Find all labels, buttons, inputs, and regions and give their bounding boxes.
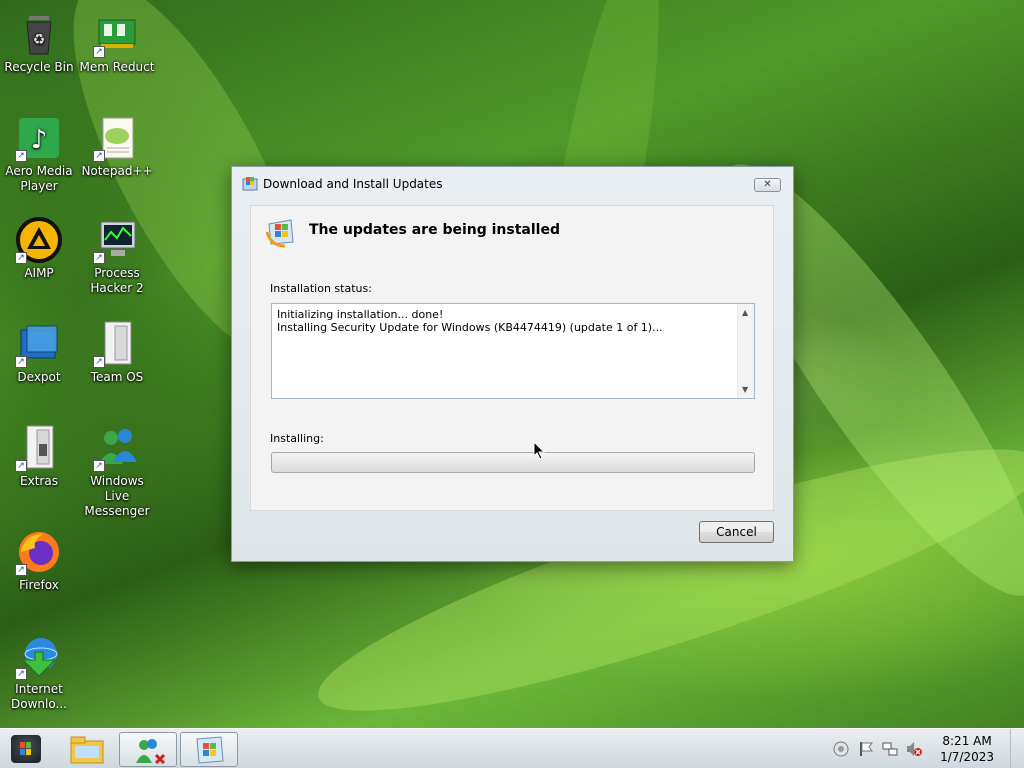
dexpot-icon: ↗ <box>15 320 63 368</box>
desktop-icon-internet-download-manager[interactable]: ↗ Internet Downlo... <box>0 632 78 712</box>
desktop-icon-label: Internet Downlo... <box>11 682 67 711</box>
desktop-icon-label: Recycle Bin <box>4 60 74 74</box>
status-line: Initializing installation... done! <box>277 308 444 321</box>
desktop-icon-label: Windows Live Messenger <box>84 474 150 518</box>
mouse-cursor-icon <box>533 441 545 460</box>
install-progress-bar <box>271 452 755 473</box>
scroll-up-icon[interactable]: ▲ <box>742 306 748 319</box>
windows-logo-icon <box>20 742 31 755</box>
shortcut-arrow-icon: ↗ <box>15 356 27 368</box>
aimp-triangle-icon: ↗ <box>15 216 63 264</box>
taskbar-explorer-button[interactable] <box>58 732 116 767</box>
desktop-icon-label: Aero Media Player <box>5 164 73 193</box>
taskbar: 8:21 AM 1/7/2023 <box>0 728 1024 768</box>
desktop-icon-aero-media-player[interactable]: ♪ ↗ Aero Media Player <box>0 114 78 194</box>
desktop-icon-firefox[interactable]: ↗ Firefox <box>0 528 78 593</box>
folder-icon: ↗ <box>15 424 63 472</box>
desktop-icon-label: Notepad++ <box>81 164 153 178</box>
desktop-icon-label: Dexpot <box>17 370 61 384</box>
shortcut-arrow-icon: ↗ <box>15 564 27 576</box>
update-dialog: Download and Install Updates ✕ The updat… <box>231 166 794 562</box>
recycle-bin-icon: ♻ <box>15 10 63 58</box>
shortcut-arrow-icon: ↗ <box>15 252 27 264</box>
show-desktop-button[interactable] <box>1010 729 1024 768</box>
desktop-icon-label: AIMP <box>24 266 54 280</box>
installation-status-label: Installation status: <box>270 282 372 295</box>
dialog-heading: The updates are being installed <box>309 222 560 238</box>
taskbar-messenger-button[interactable] <box>119 732 177 767</box>
windows-update-icon <box>242 176 258 192</box>
desktop-icon-label: Mem Reduct <box>79 60 155 74</box>
computer-monitor-icon: ↗ <box>93 216 141 264</box>
status-scrollbar[interactable]: ▲ ▼ <box>737 304 754 398</box>
shortcut-arrow-icon: ↗ <box>15 150 27 162</box>
shortcut-arrow-icon: ↗ <box>15 460 27 472</box>
shortcut-arrow-icon: ↗ <box>93 252 105 264</box>
desktop-icon-windows-live-messenger[interactable]: ↗ Windows Live Messenger <box>78 424 156 519</box>
shortcut-arrow-icon: ↗ <box>93 356 105 368</box>
flag-icon[interactable] <box>858 741 874 757</box>
volume-muted-icon[interactable] <box>906 741 922 757</box>
svg-text:♪: ♪ <box>31 125 48 155</box>
shortcut-arrow-icon: ↗ <box>15 668 27 680</box>
close-icon: ✕ <box>763 179 772 190</box>
desktop-icon-extras[interactable]: ↗ Extras <box>0 424 78 489</box>
desktop-icon-label: Extras <box>20 474 58 488</box>
installation-status-log: Initializing installation... done! Insta… <box>271 303 755 399</box>
desktop-icon-mem-reduct[interactable]: ↗ Mem Reduct <box>78 10 156 75</box>
download-globe-icon: ↗ <box>15 632 63 680</box>
dialog-titlebar[interactable]: Download and Install Updates ✕ <box>232 167 793 199</box>
desktop-icon-label: Process Hacker 2 <box>90 266 144 295</box>
clock-date: 1/7/2023 <box>940 750 994 764</box>
cancel-button[interactable]: Cancel <box>699 521 774 543</box>
network-icon[interactable] <box>882 741 898 757</box>
svg-text:♻: ♻ <box>33 32 46 48</box>
clock-time: 8:21 AM <box>942 734 992 748</box>
start-button[interactable] <box>11 735 41 763</box>
installing-label: Installing: <box>270 432 324 445</box>
messenger-icon: ↗ <box>93 424 141 472</box>
folder-icon: ↗ <box>93 320 141 368</box>
scroll-down-icon[interactable]: ▼ <box>742 383 748 396</box>
desktop-icon-label: Firefox <box>19 578 59 592</box>
dialog-title: Download and Install Updates <box>263 177 443 191</box>
network-circle-icon[interactable] <box>833 741 849 757</box>
desktop-icon-team-os[interactable]: ↗ Team OS <box>78 320 156 385</box>
shortcut-arrow-icon: ↗ <box>93 460 105 472</box>
shortcut-arrow-icon: ↗ <box>93 46 105 58</box>
windows-update-icon <box>265 216 297 248</box>
memory-chip-icon: ↗ <box>93 10 141 58</box>
windows-update-icon <box>196 736 224 764</box>
taskbar-windows-update-button[interactable] <box>180 732 238 767</box>
messenger-icon <box>136 739 166 765</box>
explorer-icon <box>70 736 104 764</box>
taskbar-clock[interactable]: 8:21 AM 1/7/2023 <box>940 733 994 765</box>
desktop-icon-aimp[interactable]: ↗ AIMP <box>0 216 78 281</box>
dialog-content: The updates are being installed Installa… <box>250 205 774 511</box>
desktop-icon-recycle-bin[interactable]: ♻ Recycle Bin <box>0 10 78 75</box>
desktop-icon-label: Team OS <box>90 370 144 384</box>
notepad-icon: ↗ <box>93 114 141 162</box>
shortcut-arrow-icon: ↗ <box>93 150 105 162</box>
desktop-icon-process-hacker[interactable]: ↗ Process Hacker 2 <box>78 216 156 296</box>
status-line: Installing Security Update for Windows (… <box>277 321 663 334</box>
close-button[interactable]: ✕ <box>754 178 781 192</box>
music-note-icon: ♪ ↗ <box>15 114 63 162</box>
desktop-icon-notepad-plus-plus[interactable]: ↗ Notepad++ <box>78 114 156 179</box>
firefox-icon: ↗ <box>15 528 63 576</box>
desktop-icon-dexpot[interactable]: ↗ Dexpot <box>0 320 78 385</box>
